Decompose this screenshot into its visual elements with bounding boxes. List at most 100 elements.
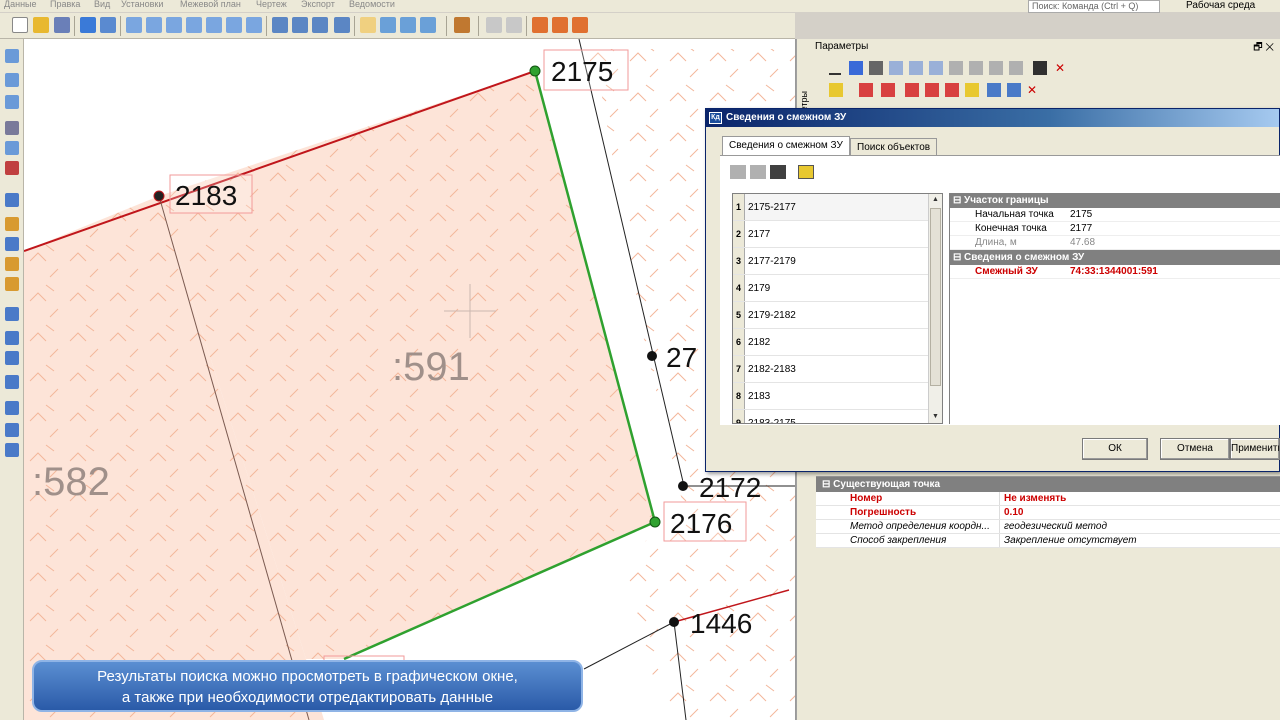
tab-adjacent-info[interactable]: Сведения о смежном ЗУ bbox=[722, 136, 850, 156]
zoom-previous-icon[interactable] bbox=[226, 17, 242, 33]
copy-tool-icon[interactable] bbox=[5, 307, 19, 321]
prop-value[interactable]: 74:33:1344001:591 bbox=[1070, 265, 1158, 278]
list-item[interactable]: 4 2179 bbox=[733, 275, 929, 302]
menu-statements[interactable]: Ведомости bbox=[349, 0, 395, 9]
pan-down-icon[interactable] bbox=[334, 17, 350, 33]
add-vertex-icon[interactable] bbox=[889, 61, 903, 75]
prop-end-point[interactable]: Конечная точка 2177 bbox=[950, 222, 1280, 236]
list-item[interactable]: 2 2177 bbox=[733, 221, 929, 248]
cursor-icon[interactable] bbox=[949, 61, 963, 75]
menu-boundary-plan[interactable]: Межевой план bbox=[180, 0, 241, 9]
pan-up-icon[interactable] bbox=[312, 17, 328, 33]
list-tool-icon[interactable] bbox=[5, 351, 19, 365]
undo-icon[interactable] bbox=[486, 17, 502, 33]
select-polygon-icon[interactable] bbox=[5, 95, 19, 109]
menu-edit[interactable]: Правка bbox=[50, 0, 80, 9]
property-value[interactable]: Закрепление отсутствует bbox=[1000, 534, 1137, 547]
delete-tool-icon[interactable] bbox=[5, 161, 19, 175]
delete-red-icon[interactable]: ✕ bbox=[1027, 83, 1041, 97]
menu-view[interactable]: Вид bbox=[94, 0, 110, 9]
menu-export[interactable]: Экспорт bbox=[301, 0, 335, 9]
list-item[interactable]: 6 2182 bbox=[733, 329, 929, 356]
text-tool-icon[interactable] bbox=[5, 121, 19, 135]
list-item[interactable]: 1 2175-2177 bbox=[733, 194, 929, 221]
snap-icon[interactable] bbox=[909, 61, 923, 75]
boundary-segment-list[interactable]: 1 2175-2177 2 2177 3 2177-2179 4 2179 5 2179-… bbox=[732, 193, 943, 424]
move-row-icon[interactable] bbox=[770, 165, 786, 179]
drawing-canvas[interactable]: 2175 2183 2176 2172 27 1446 :591 :582 bbox=[24, 39, 795, 720]
prop-start-point[interactable]: Начальная точка 2175 bbox=[950, 208, 1280, 222]
apply-button[interactable]: Применить bbox=[1230, 438, 1280, 460]
list-item[interactable]: 5 2179-2182 bbox=[733, 302, 929, 329]
dialog-title-bar[interactable]: Кд Сведения о смежном ЗУ bbox=[706, 109, 1279, 127]
property-value[interactable]: Не изменять bbox=[1000, 492, 1066, 505]
scroll-up-icon[interactable]: ▲ bbox=[930, 194, 941, 206]
point-1446-marker[interactable] bbox=[669, 617, 679, 627]
prop-value[interactable]: 2175 bbox=[1070, 208, 1092, 221]
point-2175-marker[interactable] bbox=[529, 65, 541, 77]
fit-icon[interactable] bbox=[380, 17, 396, 33]
document-tool-icon[interactable] bbox=[5, 331, 19, 345]
find-on-map-icon[interactable] bbox=[798, 165, 814, 179]
search-tool-icon[interactable] bbox=[5, 193, 19, 207]
workspace-label[interactable]: Рабочая среда bbox=[1186, 0, 1255, 11]
list-scrollbar[interactable]: ▲ ▼ bbox=[928, 194, 942, 423]
pan-right-icon[interactable] bbox=[292, 17, 308, 33]
prop-value[interactable]: 2177 bbox=[1070, 222, 1092, 235]
zoom-extents-icon[interactable] bbox=[186, 17, 202, 33]
insert-before-icon[interactable] bbox=[730, 165, 746, 179]
section-boundary-segment[interactable]: ⊟ Участок границы bbox=[950, 193, 1280, 208]
menu-data[interactable]: Данные bbox=[4, 0, 37, 9]
tab-search-objects[interactable]: Поиск объектов bbox=[850, 138, 938, 156]
pan-left-icon[interactable] bbox=[272, 17, 288, 33]
group-icon[interactable] bbox=[965, 83, 979, 97]
redo-icon[interactable] bbox=[506, 17, 522, 33]
list-item[interactable]: 9 2183-2175 bbox=[733, 410, 929, 423]
existing-point-header[interactable]: ⊟ Существующая точка bbox=[816, 477, 1280, 492]
zoom-selection-icon[interactable] bbox=[246, 17, 262, 33]
remove-point-icon[interactable] bbox=[881, 83, 895, 97]
menu-drawing[interactable]: Чертеж bbox=[256, 0, 287, 9]
settings-tool-icon[interactable] bbox=[5, 443, 19, 457]
copy-icon[interactable] bbox=[987, 83, 1001, 97]
zoom-object-icon[interactable] bbox=[206, 17, 222, 33]
close-red-icon[interactable]: ✕ bbox=[1055, 61, 1069, 75]
report-tool-icon[interactable] bbox=[5, 375, 19, 389]
layers-icon[interactable] bbox=[420, 17, 436, 33]
property-row-fixing[interactable]: Способ закрепления Закрепление отсутствуе… bbox=[816, 534, 1280, 548]
point-2176-marker[interactable] bbox=[649, 516, 661, 528]
snap-center-icon[interactable] bbox=[929, 61, 943, 75]
ok-button[interactable]: ОК bbox=[1082, 438, 1148, 460]
export-tool-icon[interactable] bbox=[5, 423, 19, 437]
zoom-in-icon[interactable] bbox=[146, 17, 162, 33]
next-icon[interactable] bbox=[869, 61, 883, 75]
merge-tool-icon[interactable] bbox=[5, 277, 19, 291]
table-tool-icon[interactable] bbox=[5, 237, 19, 251]
select-point-icon[interactable] bbox=[849, 61, 863, 75]
save-icon[interactable] bbox=[54, 17, 70, 33]
window-icon[interactable] bbox=[100, 17, 116, 33]
axis-icon[interactable] bbox=[1009, 61, 1023, 75]
info-icon[interactable] bbox=[80, 17, 96, 33]
grid-icon[interactable] bbox=[989, 61, 1003, 75]
prop-adjacent-parcel[interactable]: Смежный ЗУ 74:33:1344001:591 bbox=[950, 265, 1280, 279]
select-tool-icon[interactable] bbox=[5, 49, 19, 63]
move-point-icon[interactable] bbox=[552, 17, 568, 33]
property-row-method[interactable]: Метод определения коордн... геодезический… bbox=[816, 520, 1280, 534]
new-file-icon[interactable] bbox=[12, 17, 28, 33]
select-window-icon[interactable] bbox=[5, 73, 19, 87]
property-value[interactable]: 0.10 bbox=[1000, 506, 1023, 519]
refresh-icon[interactable] bbox=[400, 17, 416, 33]
connect-icon[interactable] bbox=[905, 83, 919, 97]
cursor-alt-icon[interactable] bbox=[969, 61, 983, 75]
group-tool-icon[interactable] bbox=[5, 257, 19, 271]
scroll-down-icon[interactable]: ▼ bbox=[930, 411, 941, 423]
point-2172-marker[interactable] bbox=[678, 481, 688, 491]
menu-settings[interactable]: Установки bbox=[121, 0, 163, 9]
zoom-window-icon[interactable] bbox=[126, 17, 142, 33]
property-row-accuracy[interactable]: Погрешность 0.10 bbox=[816, 506, 1280, 520]
point-tool-icon[interactable] bbox=[532, 17, 548, 33]
point-27-marker[interactable] bbox=[647, 351, 657, 361]
cancel-button[interactable]: Отмена bbox=[1160, 438, 1230, 460]
list-item[interactable]: 8 2183 bbox=[733, 383, 929, 410]
